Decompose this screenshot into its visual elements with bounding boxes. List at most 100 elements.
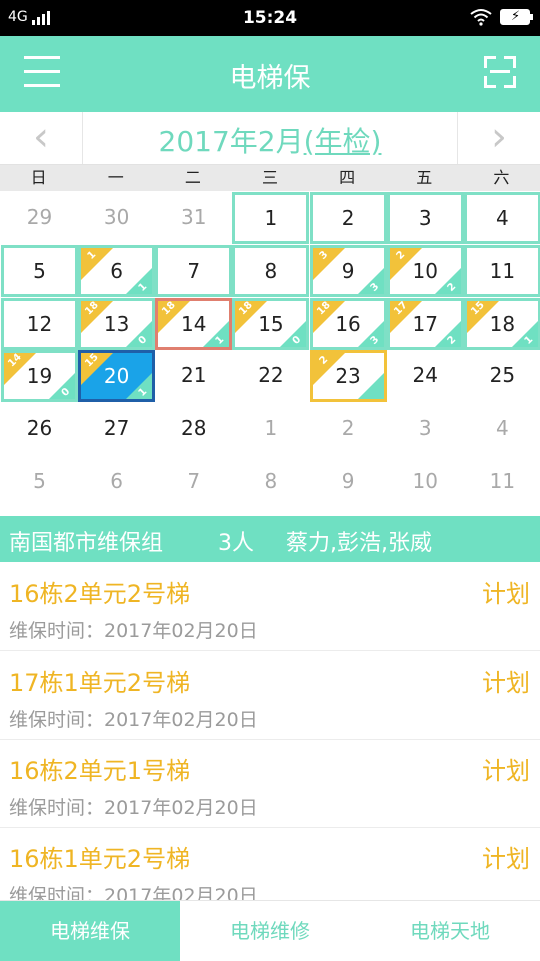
month-title: 2017年2月(年检)	[82, 120, 458, 160]
calendar-day[interactable]: 28	[155, 403, 232, 455]
day-number: 28	[181, 416, 207, 441]
calendar-day[interactable]: 8	[232, 244, 310, 297]
task-item[interactable]: 17栋1单元2号梯 计划 维保时间：2017年02月20日	[0, 651, 540, 740]
tab-elevator-maintenance[interactable]: 电梯维保	[0, 901, 180, 961]
task-status: 计划	[482, 669, 530, 697]
day-number: 11	[489, 258, 516, 283]
calendar-day[interactable]: 9	[310, 456, 387, 508]
calendar-day[interactable]: 11	[463, 244, 540, 297]
task-title: 16栋2单元2号梯	[9, 580, 191, 608]
task-item[interactable]: 16栋2单元2号梯 计划 维保时间：2017年02月20日	[0, 562, 540, 651]
day-number: 8	[264, 469, 278, 493]
weekday-label: 三	[261, 168, 278, 187]
calendar-day[interactable]: 26	[1, 403, 78, 455]
day-number: 19	[26, 364, 53, 389]
task-item[interactable]: 16栋1单元2号梯 计划 维保时间：2017年02月20日	[0, 827, 540, 900]
task-title: 17栋1单元2号梯	[9, 669, 191, 697]
calendar-day[interactable]: 2	[310, 403, 387, 455]
app-bar: 电梯保	[0, 36, 540, 112]
clock: 15:24	[242, 8, 298, 28]
weekday-header: 日 一 二 三 四 五 六	[0, 165, 540, 191]
calendar-day[interactable]: 21	[155, 350, 232, 402]
day-number: 14	[181, 311, 207, 336]
day-number: 11	[489, 469, 516, 493]
calendar-day[interactable]: 29	[1, 192, 78, 244]
day-number: 4	[495, 416, 509, 441]
status-icons: ⚡	[470, 8, 533, 26]
task-status: 计划	[482, 580, 530, 608]
calendar-day[interactable]: 7	[155, 456, 232, 508]
day-number: 8	[264, 258, 278, 283]
calendar-day[interactable]: 2 23	[309, 350, 387, 403]
day-number: 6	[110, 469, 123, 493]
battery-icon: ⚡	[500, 9, 533, 25]
task-title: 16栋1单元2号梯	[9, 845, 191, 873]
day-number: 12	[26, 311, 53, 336]
calendar-day[interactable]: 6	[78, 456, 155, 508]
day-number: 6	[110, 258, 123, 283]
app-title: 电梯保	[229, 63, 311, 94]
day-number: 9	[341, 469, 355, 493]
calendar-day[interactable]: 3	[387, 403, 464, 455]
team-members: 蔡力,彭浩,张威	[286, 531, 432, 556]
team-bar: 南国都市维保组 3人 蔡力,彭浩,张威	[0, 516, 540, 562]
calendar-day[interactable]: 15 1 18	[463, 297, 540, 350]
calendar-day[interactable]: 18 0 15	[232, 297, 310, 350]
day-number: 2	[341, 416, 355, 441]
calendar-day[interactable]: 339	[309, 244, 387, 297]
calendar-day[interactable]: 1	[232, 192, 310, 244]
calendar-day[interactable]: 4	[463, 192, 540, 244]
calendar-day[interactable]: 17 2 17	[386, 297, 464, 350]
task-title: 16栋2单元1号梯	[9, 757, 191, 785]
calendar-day[interactable]: 7	[155, 244, 233, 297]
weekday-label: 一	[107, 168, 124, 187]
tab-elevator-repair[interactable]: 电梯维修	[180, 901, 360, 961]
annual-inspection-link[interactable]: (年检)	[304, 125, 382, 158]
calendar-day[interactable]: 27	[78, 403, 155, 455]
day-number: 7	[187, 469, 201, 493]
day-number: 3	[418, 416, 432, 441]
calendar-day[interactable]: 3	[386, 192, 464, 244]
chevron-right-icon[interactable]: ›	[457, 112, 540, 164]
calendar-day[interactable]: 24	[387, 350, 464, 402]
calendar-day[interactable]: 25	[464, 350, 540, 402]
calendar-day[interactable]: 116	[78, 244, 156, 297]
day-number: 20	[103, 364, 130, 389]
calendar-day[interactable]: 30	[78, 192, 155, 244]
task-item[interactable]: 16栋2单元1号梯 计划 维保时间：2017年02月20日	[0, 739, 540, 828]
day-number: 1	[264, 206, 278, 230]
day-number: 1	[264, 416, 278, 441]
day-number: 2	[341, 206, 355, 230]
tab-elevator-world[interactable]: 电梯天地	[360, 901, 540, 961]
day-number: 26	[26, 416, 53, 441]
calendar-day[interactable]: 4	[464, 403, 540, 455]
task-time: 维保时间：2017年02月20日	[9, 797, 258, 819]
status-bar: 4G 15:24 ⚡	[0, 0, 540, 36]
calendar-day[interactable]: 31	[155, 192, 232, 244]
calendar-day[interactable]: 5	[1, 244, 78, 297]
task-time: 维保时间：2017年02月20日	[9, 620, 258, 642]
calendar-day[interactable]: 18 3 16	[309, 297, 387, 350]
calendar-day[interactable]: 15 1 20	[78, 350, 156, 403]
day-number: 18	[489, 311, 516, 336]
day-number: 17	[412, 311, 438, 336]
calendar-day[interactable]: 10	[387, 456, 464, 508]
calendar-day[interactable]: 14 0 19	[1, 350, 78, 403]
calendar-day[interactable]: 2 2 10	[386, 244, 464, 297]
weekday-label: 四	[339, 168, 356, 187]
calendar-day[interactable]: 22	[232, 350, 309, 402]
calendar-day[interactable]: 18 0 13	[78, 297, 156, 350]
day-number: 7	[187, 258, 201, 283]
calendar-day[interactable]: 12	[1, 297, 78, 350]
calendar-day[interactable]: 1	[232, 403, 309, 455]
day-number: 27	[103, 416, 130, 441]
calendar-day[interactable]: 11	[464, 456, 540, 508]
weekday-label: 六	[493, 168, 510, 187]
calendar-day[interactable]: 2	[309, 192, 387, 244]
calendar-day[interactable]: 5	[1, 456, 78, 508]
chevron-left-icon[interactable]: ‹	[0, 112, 83, 164]
calendar-day[interactable]: 18 1 14	[155, 297, 233, 350]
scan-icon[interactable]	[484, 56, 516, 88]
day-number: 13	[103, 311, 130, 336]
calendar-day[interactable]: 8	[232, 456, 309, 508]
